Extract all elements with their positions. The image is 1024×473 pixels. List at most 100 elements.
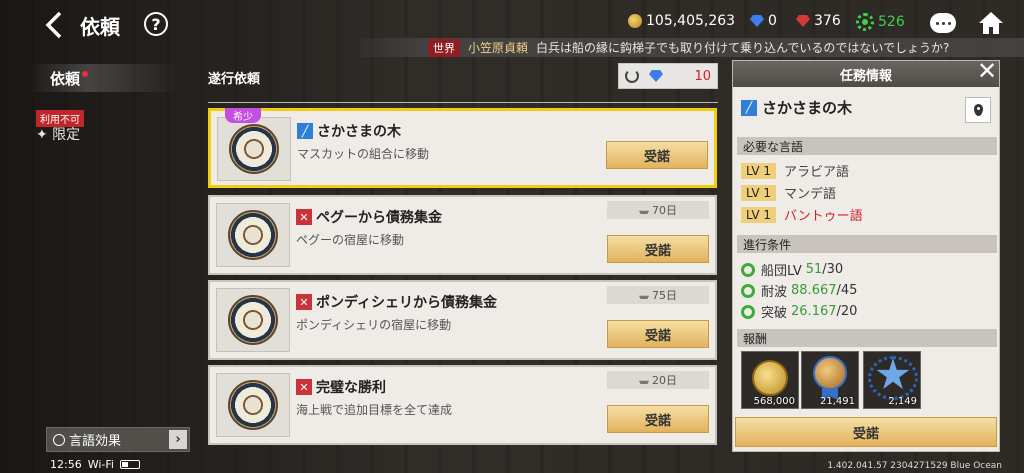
- ship-icon: [639, 210, 649, 214]
- sidebar-tab-limited[interactable]: ✦ 限定: [36, 124, 80, 144]
- quest-title-text: ポンディシェリから債務集金: [316, 295, 498, 311]
- accept-button[interactable]: 受諾: [607, 405, 709, 433]
- language-effect-label: 言語効果: [69, 434, 122, 449]
- green-currency: 526: [856, 13, 905, 31]
- language-level: LV 1: [741, 206, 777, 223]
- language-row: LV 1 アラビア語: [741, 161, 849, 180]
- quest-type-icon: ╱: [741, 99, 757, 116]
- home-icon[interactable]: [978, 10, 1004, 36]
- sidebar-tab-quests[interactable]: 依頼: [28, 64, 178, 92]
- blue-gem-icon: [649, 70, 663, 82]
- quest-icon-frame: [216, 373, 290, 437]
- quest-title-text: さかさまの木: [317, 124, 401, 140]
- reward-item[interactable]: 568,000: [741, 351, 799, 409]
- days-text: 70日: [652, 204, 677, 217]
- quest-icon-frame: [217, 117, 291, 181]
- ship-icon: [639, 380, 649, 384]
- blue-gem-amount: 0: [768, 13, 777, 29]
- accept-button[interactable]: 受諾: [607, 235, 709, 263]
- quest-type-icon: ✕: [296, 379, 312, 395]
- conditions-header: 進行条件: [737, 235, 997, 253]
- condition-required: /30: [822, 262, 844, 277]
- language-effect-button[interactable]: 言語効果 ›: [46, 427, 190, 452]
- red-gem-icon: [796, 15, 810, 27]
- gear-icon: [856, 13, 874, 31]
- gold-currency: 105,405,263: [628, 13, 735, 29]
- gold-coin-icon: [752, 360, 788, 396]
- ship-wheel-icon: [229, 124, 279, 174]
- condition-current: 88.667: [791, 283, 837, 298]
- quest-title: ✕ 完璧な勝利: [296, 377, 386, 397]
- quest-icon-frame: [216, 288, 290, 352]
- language-row: LV 1 マンデ語: [741, 183, 836, 202]
- panel-title: 任務情報: [733, 61, 999, 87]
- condition-label: 突破: [761, 306, 788, 321]
- days-text: 75日: [652, 289, 677, 302]
- quest-title: ✕ ポンディシェリから債務集金: [296, 292, 497, 312]
- quest-type-icon: ╱: [297, 123, 313, 139]
- quest-title: ╱ さかさまの木: [297, 121, 401, 141]
- quest-card[interactable]: ✕ ポンディシェリから債務集金 ポンディシェリの宿屋に移動 75日 受諾: [208, 280, 717, 360]
- quest-type-icon: ✕: [296, 209, 312, 225]
- world-chat-ticker[interactable]: 世界 小笠原貞頼 白兵は船の縁に鈎梯子でも取り付けて乗り込んでいるのではないでし…: [360, 38, 1024, 57]
- quest-desc: マスカットの組合に移動: [297, 147, 430, 161]
- reward-item[interactable]: 21,491: [801, 351, 859, 409]
- quest-card[interactable]: 希少 ╱ さかさまの木 マスカットの組合に移動 受諾: [208, 108, 717, 188]
- quest-type-icon: ✕: [296, 294, 312, 310]
- help-icon[interactable]: ?: [144, 12, 168, 36]
- quest-desc: 海上戦で追加目標を全て達成: [296, 403, 453, 417]
- quest-card[interactable]: ✕ ペグーから債務集金 ペグーの宿屋に移動 70日 受諾: [208, 195, 717, 275]
- blue-gem-currency: 0: [750, 13, 777, 29]
- gold-coin-icon: [628, 14, 642, 28]
- refresh-count: 10: [694, 68, 711, 84]
- quest-title: ✕ ペグーから債務集金: [296, 207, 442, 227]
- back-arrow-icon[interactable]: [40, 10, 70, 40]
- reward-count: 568,000: [753, 396, 795, 407]
- ship-wheel-icon: [228, 210, 278, 260]
- notification-dot: [82, 71, 89, 77]
- refresh-button[interactable]: 10: [618, 63, 718, 89]
- panel-accept-button[interactable]: 受諾: [735, 417, 997, 447]
- quest-desc: ポンディシェリの宿屋に移動: [296, 318, 452, 332]
- accept-button[interactable]: 受諾: [606, 141, 708, 169]
- quest-icon-frame: [216, 203, 290, 267]
- close-icon[interactable]: ✕: [977, 59, 999, 83]
- check-ring-icon: [741, 304, 755, 319]
- check-ring-icon: [741, 283, 755, 298]
- check-ring-icon: [741, 262, 755, 277]
- clock: 12:56: [50, 458, 82, 471]
- green-amount: 526: [878, 14, 905, 30]
- medal-icon: [813, 356, 847, 390]
- languages-header: 必要な言語: [737, 137, 997, 155]
- location-pin-button[interactable]: [965, 97, 991, 123]
- wifi-label: Wi-Fi: [87, 458, 114, 471]
- ship-wheel-icon: [228, 380, 278, 430]
- quest-card[interactable]: ✕ 完璧な勝利 海上戦で追加目標を全て達成 20日 受諾: [208, 365, 717, 445]
- condition-label: 船団LV: [761, 264, 802, 279]
- divider: [208, 102, 718, 103]
- accept-button[interactable]: 受諾: [607, 320, 709, 348]
- quest-list-header: 遂行依頼: [208, 72, 261, 87]
- reward-count: 21,491: [820, 396, 855, 407]
- language-name: マンデ語: [784, 187, 837, 202]
- condition-required: /20: [836, 304, 858, 319]
- days-remaining: 70日: [607, 201, 709, 219]
- condition-row: 船団LV 51/30: [741, 260, 843, 279]
- rewards-header: 報酬: [737, 329, 997, 347]
- reward-item[interactable]: 2,149: [863, 351, 921, 409]
- language-name: アラビア語: [784, 165, 850, 180]
- language-name: バントゥー語: [784, 209, 863, 224]
- chat-icon[interactable]: [930, 13, 956, 33]
- device-status-bar: 12:56 Wi-Fi: [50, 458, 140, 471]
- mission-info-panel: 任務情報 ✕ ╱ さかさまの木 必要な言語 LV 1 アラビア語 LV 1 マン…: [732, 59, 1000, 452]
- page-title: 依頼: [80, 15, 120, 39]
- quest-title-text: 完璧な勝利: [316, 380, 386, 396]
- globe-icon: [53, 433, 65, 446]
- chevron-right-icon: ›: [169, 430, 187, 449]
- condition-label: 耐波: [761, 285, 788, 300]
- ticker-user: 小笠原貞頼: [468, 41, 529, 55]
- map-pin-icon: [973, 104, 983, 116]
- days-remaining: 75日: [607, 286, 709, 304]
- condition-required: /45: [836, 283, 858, 298]
- quest-desc: ペグーの宿屋に移動: [296, 233, 405, 247]
